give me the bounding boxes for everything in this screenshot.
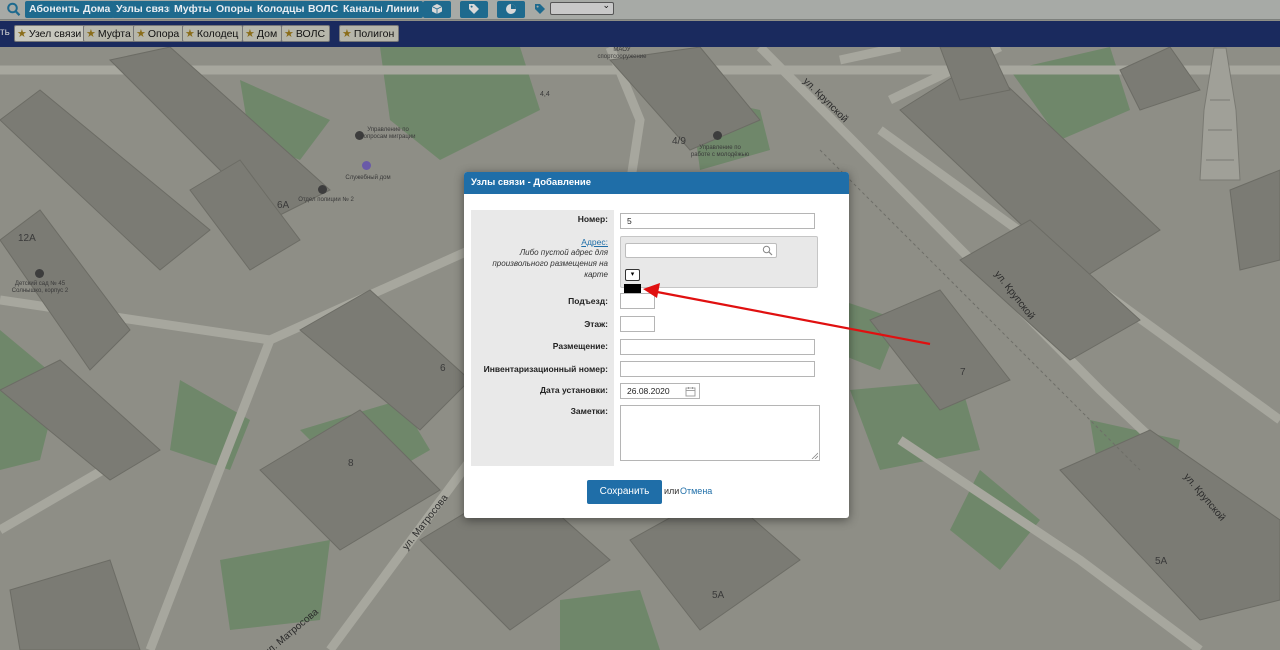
toolbar-button-poles[interactable]: Опоры [212, 1, 257, 18]
search-icon[interactable] [6, 1, 22, 18]
object-bar-truncated-label: ть [0, 27, 10, 38]
number-input[interactable]: 5 [620, 213, 815, 229]
floor-input[interactable] [620, 316, 655, 332]
object-button-polygon[interactable]: ★ Полигон [339, 25, 400, 42]
resize-grip-icon[interactable] [811, 452, 818, 459]
poi-label: Детский сад № 45 Солнышко, корпус 2 [11, 281, 69, 294]
address-dropdown[interactable]: ▾ [625, 269, 640, 281]
office-icon[interactable] [713, 131, 722, 140]
toolbar-button-lines[interactable]: Линии [382, 1, 424, 18]
object-button-label: Муфта [97, 28, 131, 40]
star-icon: ★ [86, 28, 96, 40]
object-button-house[interactable]: ★ Дом [242, 25, 283, 42]
star-icon: ★ [342, 28, 352, 40]
house-number: 4,4 [540, 91, 550, 98]
number-label: Номер: [577, 214, 608, 224]
add-node-dialog: Узлы связи - Добавление Номер: Адрес: Ли… [464, 172, 849, 518]
object-button-node[interactable]: ★ Узел связи [14, 25, 87, 42]
placement-label: Размещение: [552, 341, 608, 351]
star-icon: ★ [185, 28, 195, 40]
tags-icon[interactable] [460, 1, 488, 18]
house-number: 4/9 [672, 136, 686, 147]
dialog-title: Узлы связи - Добавление [464, 172, 849, 194]
calendar-icon[interactable] [685, 386, 696, 397]
object-button-pole[interactable]: ★ Опора [133, 25, 185, 42]
entrance-label: Подъезд: [568, 296, 608, 306]
house-number: 6 [440, 363, 446, 374]
star-icon: ★ [245, 28, 255, 40]
chevron-down-icon: ⌄ [602, 0, 610, 10]
address-search-input[interactable] [625, 243, 777, 258]
toolbar-button-houses[interactable]: Дома [79, 1, 115, 18]
house-number: 6А [277, 200, 290, 211]
house-number: 5А [1155, 556, 1168, 567]
entrance-input[interactable] [620, 293, 655, 309]
toolbar-button-couplings[interactable]: Муфты [170, 1, 216, 18]
toolbar-button-subscribers[interactable]: Абоненты [25, 1, 86, 18]
search-icon [762, 245, 773, 256]
object-button-label: ВОЛС [295, 28, 326, 40]
toolbar-button-wells[interactable]: Колодцы [253, 1, 309, 18]
tag-icon[interactable] [534, 1, 548, 18]
notes-textarea[interactable] [620, 405, 820, 461]
star-icon: ★ [136, 28, 146, 40]
house-number: 7 [960, 367, 966, 378]
address-link[interactable]: Адрес: [581, 237, 608, 247]
install-date-input[interactable]: 26.08.2020 [620, 383, 700, 399]
house-number: 5А [712, 590, 725, 601]
cube-icon[interactable] [423, 1, 451, 18]
layer-select[interactable]: ⌄ [550, 0, 614, 15]
install-date-value: 26.08.2020 [627, 386, 670, 396]
police-icon[interactable] [318, 185, 327, 194]
house-number: 12А [18, 233, 36, 244]
or-text: или [664, 486, 680, 496]
kindergarten-icon[interactable] [35, 269, 44, 278]
object-type-bar: ть ★ Узел связи ★ Муфта ★ Опора ★ Колодец ★ Д… [0, 21, 1280, 47]
poi-label: Управление по работе с молодёжью [690, 145, 750, 158]
object-button-label: Дом [256, 28, 278, 40]
address-hint: Либо пустой адрес для произвольного разм… [492, 248, 608, 279]
star-icon: ★ [284, 28, 294, 40]
notes-label: Заметки: [570, 406, 608, 416]
object-button-well[interactable]: ★ Колодец [182, 25, 244, 42]
pie-chart-icon[interactable] [497, 1, 525, 18]
inventory-number-input[interactable] [620, 361, 815, 377]
house-number: 8 [348, 458, 354, 469]
chevron-down-icon: ▾ [630, 271, 635, 278]
object-button-label: Опора [147, 28, 180, 40]
poi-label: Отдел полиции № 2 [298, 197, 354, 203]
object-button-coupling[interactable]: ★ Муфта [83, 25, 136, 42]
address-picker: ▾ [620, 236, 818, 288]
object-button-label: Колодец [196, 28, 239, 40]
save-button[interactable]: Сохранить [587, 480, 662, 504]
dropdown-popup [624, 284, 641, 293]
floor-label: Этаж: [584, 319, 608, 329]
star-icon: ★ [17, 28, 27, 40]
form-label-column: Номер: Адрес: Либо пустой адрес для прои… [471, 210, 614, 466]
poi-label: Служебный дом [345, 175, 391, 181]
install-date-label: Дата установки: [539, 385, 608, 395]
object-button-label: Полигон [353, 28, 395, 40]
poi-label: Управление по вопросам миграции [360, 127, 416, 140]
main-toolbar: Абоненты Дома Узлы связи Муфты Опоры Кол… [0, 0, 1280, 20]
cancel-link[interactable]: Отмена [680, 486, 712, 496]
object-button-label: Узел связи [28, 28, 82, 40]
toolbar-button-fiber-lines[interactable]: ВОЛС [304, 1, 343, 18]
place-of-worship-icon[interactable] [362, 161, 371, 170]
object-button-fiber[interactable]: ★ ВОЛС [281, 25, 331, 42]
inventory-number-label: Инвентаризационный номер: [483, 364, 608, 374]
poi-label: МАОУ спортсооружение [597, 47, 647, 60]
toolbar-button-channels[interactable]: Каналы [339, 1, 388, 18]
placement-input[interactable] [620, 339, 815, 355]
